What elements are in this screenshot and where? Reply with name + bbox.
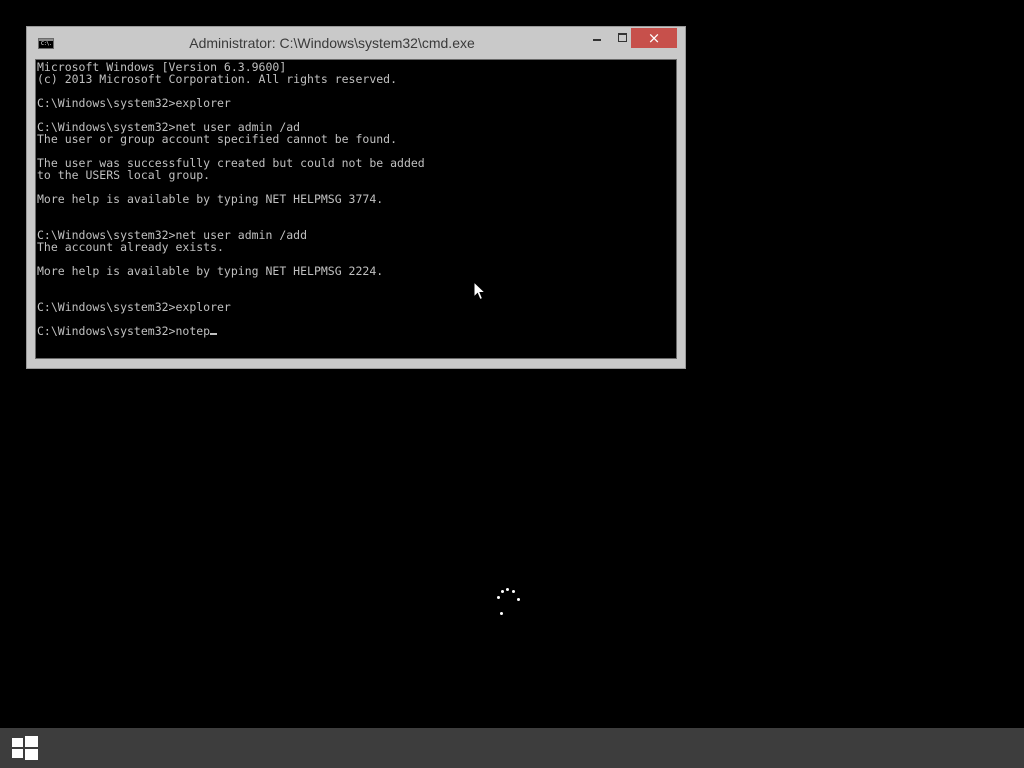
console-line: More help is available by typing NET HEL…	[37, 264, 384, 278]
desktop: C:\. Administrator: C:\Windows\system32\…	[0, 0, 1024, 728]
minimize-button[interactable]	[584, 28, 610, 48]
loading-spinner-icon	[495, 587, 521, 617]
console-output[interactable]: Microsoft Windows [Version 6.3.9600] (c) …	[35, 59, 677, 359]
console-line: More help is available by typing NET HEL…	[37, 192, 384, 206]
console-lines: Microsoft Windows [Version 6.3.9600] (c) …	[37, 61, 425, 337]
window-title: Administrator: C:\Windows\system32\cmd.e…	[189, 35, 475, 51]
console-line: to the USERS local group.	[37, 168, 211, 182]
console-line: The account already exists.	[37, 240, 224, 254]
console-line: C:\Windows\system32>explorer	[37, 300, 231, 314]
console-line: (c) 2013 Microsoft Corporation. All righ…	[37, 72, 398, 86]
title-bar[interactable]: C:\. Administrator: C:\Windows\system32\…	[27, 27, 685, 59]
console-prompt-line: C:\Windows\system32>notep	[37, 325, 425, 337]
close-button[interactable]: ×	[631, 28, 677, 48]
maximize-icon	[618, 33, 627, 42]
mouse-pointer-icon	[473, 281, 487, 301]
console-line: The user or group account specified cann…	[37, 132, 398, 146]
console-line: C:\Windows\system32>explorer	[37, 96, 231, 110]
minimize-icon	[593, 39, 601, 41]
start-button[interactable]	[0, 728, 50, 768]
cmd-window[interactable]: C:\. Administrator: C:\Windows\system32\…	[26, 26, 686, 369]
close-icon: ×	[647, 29, 661, 47]
taskbar	[0, 728, 1024, 768]
text-cursor	[210, 333, 218, 335]
